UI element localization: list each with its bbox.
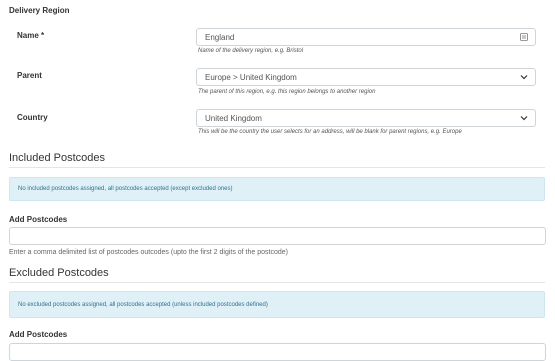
- parent-label: Parent: [17, 71, 42, 80]
- excluded-divider: [9, 282, 545, 283]
- excluded-add-postcodes-input[interactable]: [9, 343, 546, 361]
- name-label: Name *: [17, 31, 45, 40]
- country-help: This will be the country the user select…: [198, 129, 462, 135]
- country-label: Country: [17, 113, 48, 122]
- included-postcodes-heading: Included Postcodes: [9, 152, 106, 164]
- included-divider: [9, 167, 545, 168]
- name-help: Name of the delivery region, e.g. Bristo…: [198, 48, 304, 54]
- parent-select[interactable]: Europe > United Kingdom: [196, 68, 536, 86]
- keyboard-icon: [520, 33, 528, 41]
- country-select[interactable]: United Kingdom: [196, 109, 536, 127]
- excluded-add-postcodes-label: Add Postcodes: [9, 330, 68, 339]
- section-title: Delivery Region: [9, 6, 70, 15]
- excluded-postcodes-heading: Excluded Postcodes: [9, 267, 109, 279]
- included-postcodes-alert: No included postcodes assigned, all post…: [9, 177, 545, 201]
- parent-help: The parent of this region, e.g. this reg…: [198, 89, 376, 95]
- parent-select-value: Europe > United Kingdom: [205, 72, 297, 82]
- included-add-postcodes-label: Add Postcodes: [9, 215, 68, 224]
- chevron-down-icon: [520, 75, 528, 80]
- country-select-value: United Kingdom: [205, 113, 262, 123]
- included-postcodes-hint: Enter a comma delimited list of postcode…: [9, 249, 288, 256]
- name-input[interactable]: England: [196, 28, 536, 46]
- included-add-postcodes-input[interactable]: [9, 227, 546, 245]
- chevron-down-icon: [520, 116, 528, 121]
- excluded-postcodes-alert: No excluded postcodes assigned, all post…: [9, 291, 545, 318]
- name-input-value: England: [205, 32, 235, 42]
